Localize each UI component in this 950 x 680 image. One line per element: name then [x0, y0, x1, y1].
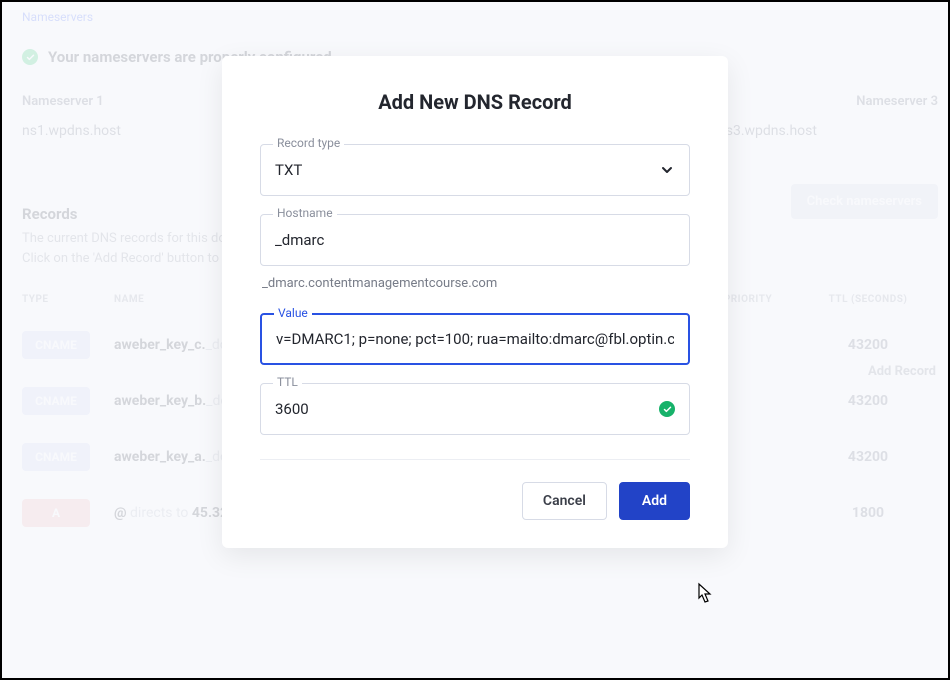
add-dns-record-modal: Add New DNS Record Record type Hostname …	[222, 56, 728, 548]
record-type-label: Record type	[273, 136, 344, 150]
hostname-helper: _dmarc.contentmanagementcourse.com	[262, 276, 690, 291]
add-button[interactable]: Add	[619, 482, 690, 520]
hostname-input[interactable]	[275, 231, 675, 249]
value-input[interactable]	[276, 330, 674, 348]
value-field[interactable]: Value	[260, 313, 690, 365]
ttl-label: TTL	[273, 375, 302, 389]
record-type-select[interactable]: Record type	[260, 144, 690, 196]
modal-title: Add New DNS Record	[260, 90, 690, 114]
ttl-field[interactable]: TTL	[260, 383, 690, 435]
ttl-input[interactable]	[275, 400, 675, 418]
hostname-label: Hostname	[273, 206, 337, 220]
valid-check-icon	[659, 401, 675, 417]
hostname-field[interactable]: Hostname	[260, 214, 690, 266]
modal-divider	[260, 459, 690, 460]
record-type-value[interactable]	[275, 161, 659, 179]
value-label: Value	[274, 306, 312, 320]
chevron-down-icon	[659, 162, 675, 178]
cancel-button[interactable]: Cancel	[522, 482, 607, 520]
